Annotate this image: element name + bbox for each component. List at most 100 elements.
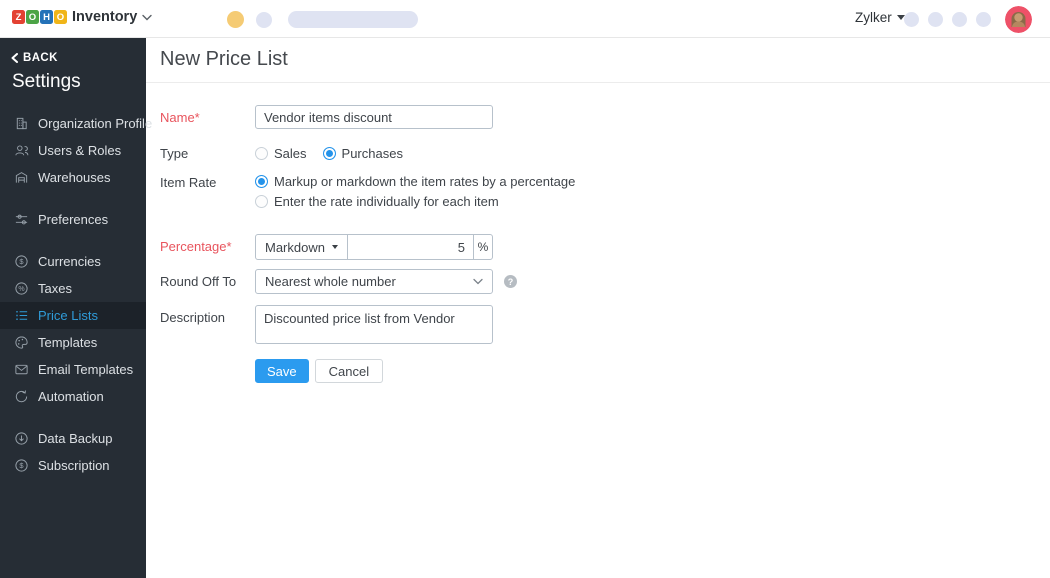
chevron-down-icon bbox=[142, 14, 152, 21]
sidebar-item-label: Automation bbox=[38, 389, 104, 404]
sidebar-item-label: Warehouses bbox=[38, 170, 111, 185]
price-list-icon bbox=[13, 308, 29, 324]
sidebar-item-automation[interactable]: Automation bbox=[0, 383, 146, 410]
type-label: Type bbox=[160, 145, 255, 161]
chevron-down-icon bbox=[473, 278, 483, 285]
radio-label: Purchases bbox=[342, 146, 403, 161]
topbar-search-placeholder[interactable] bbox=[288, 11, 418, 28]
logo-letter: Z bbox=[12, 10, 25, 24]
sidebar-item-label: Price Lists bbox=[38, 308, 98, 323]
sidebar-item-data-backup[interactable]: Data Backup bbox=[0, 425, 146, 452]
sync-icon bbox=[13, 389, 29, 405]
item-rate-option-enter-the-rate-individually-fo[interactable]: Enter the rate individually for each ite… bbox=[255, 194, 575, 209]
zoho-logo-icon: ZOHO bbox=[12, 10, 67, 24]
page-title: New Price List bbox=[160, 48, 1050, 71]
sidebar-item-templates[interactable]: Templates bbox=[0, 329, 146, 356]
topbar-icon-placeholder-3[interactable] bbox=[952, 12, 967, 27]
radio-icon[interactable] bbox=[323, 147, 336, 160]
topbar-yellow-circle-placeholder[interactable] bbox=[227, 11, 244, 28]
name-label: Name* bbox=[160, 105, 255, 129]
chevron-left-icon bbox=[11, 53, 18, 63]
radio-icon[interactable] bbox=[255, 147, 268, 160]
item-rate-option-markup-or-markdown-the-item-ra[interactable]: Markup or markdown the item rates by a p… bbox=[255, 174, 575, 189]
topbar: ZOHO Inventory Zylker bbox=[0, 0, 1050, 38]
sidebar-item-label: Taxes bbox=[38, 281, 72, 296]
percent-suffix: % bbox=[473, 235, 492, 259]
round-off-label: Round Off To bbox=[160, 269, 255, 294]
sidebar-item-label: Currencies bbox=[38, 254, 101, 269]
subscription-icon: $ bbox=[13, 458, 29, 474]
sidebar-item-warehouses[interactable]: Warehouses bbox=[0, 164, 146, 191]
markup-markdown-dropdown[interactable]: Markdown bbox=[256, 235, 348, 259]
sidebar-group: Data Backup $ Subscription bbox=[0, 425, 146, 479]
sidebar-item-label: Subscription bbox=[38, 458, 110, 473]
back-label: BACK bbox=[23, 52, 58, 64]
sidebar-item-price-lists[interactable]: Price Lists bbox=[0, 302, 146, 329]
main-content: New Price List Name* Type Sales Purchases… bbox=[146, 38, 1050, 578]
sidebar-item-email-templates[interactable]: Email Templates bbox=[0, 356, 146, 383]
product-name: Inventory bbox=[72, 9, 137, 25]
type-option-sales[interactable]: Sales bbox=[255, 146, 307, 161]
markdown-mode-label: Markdown bbox=[265, 240, 325, 255]
sidebar-item-taxes[interactable]: % Taxes bbox=[0, 275, 146, 302]
topbar-circle-placeholder[interactable] bbox=[256, 12, 272, 28]
description-textarea[interactable]: Discounted price list from Vendor bbox=[255, 305, 493, 344]
warehouse-icon bbox=[13, 170, 29, 186]
caret-down-icon bbox=[332, 245, 338, 249]
radio-label: Sales bbox=[274, 146, 307, 161]
svg-text:$: $ bbox=[19, 257, 24, 266]
logo-letter: H bbox=[40, 10, 53, 24]
logo-letter: O bbox=[26, 10, 39, 24]
org-name: Zylker bbox=[855, 10, 892, 25]
topbar-icon-placeholder-1[interactable] bbox=[904, 12, 919, 27]
logo-letter: O bbox=[54, 10, 67, 24]
sidebar-item-label: Preferences bbox=[38, 212, 108, 227]
dollar-circle-icon: $ bbox=[13, 254, 29, 270]
item-rate-label: Item Rate bbox=[160, 174, 255, 214]
sidebar-group: Preferences bbox=[0, 206, 146, 233]
envelope-icon bbox=[13, 362, 29, 378]
type-option-purchases[interactable]: Purchases bbox=[323, 146, 403, 161]
radio-label: Enter the rate individually for each ite… bbox=[274, 194, 499, 209]
round-off-value: Nearest whole number bbox=[265, 274, 396, 289]
radio-icon[interactable] bbox=[255, 195, 268, 208]
name-input[interactable] bbox=[255, 105, 493, 129]
org-switcher[interactable]: Zylker bbox=[855, 10, 905, 25]
sliders-icon bbox=[13, 212, 29, 228]
palette-icon bbox=[13, 335, 29, 351]
title-divider bbox=[146, 82, 1050, 83]
svg-text:$: $ bbox=[19, 461, 24, 470]
save-button[interactable]: Save bbox=[255, 359, 309, 383]
type-radio-group: Sales Purchases bbox=[255, 145, 403, 161]
percentage-input-group: Markdown % bbox=[255, 234, 493, 260]
user-avatar[interactable] bbox=[1005, 6, 1032, 33]
percentage-value-input[interactable] bbox=[348, 235, 473, 259]
sidebar-group: $ Currencies% Taxes Price Lists TemplatesEma… bbox=[0, 248, 146, 410]
sidebar-item-label: Data Backup bbox=[38, 431, 112, 446]
cancel-button[interactable]: Cancel bbox=[315, 359, 383, 383]
back-button[interactable]: BACK bbox=[0, 38, 146, 64]
sidebar-item-organization-profile[interactable]: Organization Profile bbox=[0, 110, 146, 137]
new-price-list-form: Name* Type Sales Purchases Item Rate Mark… bbox=[160, 105, 1050, 383]
radio-icon[interactable] bbox=[255, 175, 268, 188]
percent-circle-icon: % bbox=[13, 281, 29, 297]
sidebar-title: Settings bbox=[0, 64, 146, 93]
svg-text:%: % bbox=[18, 286, 24, 293]
description-label: Description bbox=[160, 305, 255, 344]
users-icon bbox=[13, 143, 29, 159]
sidebar-item-preferences[interactable]: Preferences bbox=[0, 206, 146, 233]
settings-sidebar: BACK Settings Organization Profile Users … bbox=[0, 38, 146, 578]
help-icon[interactable]: ? bbox=[504, 275, 517, 288]
sidebar-item-subscription[interactable]: $ Subscription bbox=[0, 452, 146, 479]
radio-label: Markup or markdown the item rates by a p… bbox=[274, 174, 575, 189]
topbar-icon-placeholder-2[interactable] bbox=[928, 12, 943, 27]
download-circle-icon bbox=[13, 431, 29, 447]
sidebar-item-currencies[interactable]: $ Currencies bbox=[0, 248, 146, 275]
item-rate-radio-group: Markup or markdown the item rates by a p… bbox=[255, 174, 575, 214]
topbar-icon-placeholder-4[interactable] bbox=[976, 12, 991, 27]
round-off-select[interactable]: Nearest whole number bbox=[255, 269, 493, 294]
settings-nav: Organization Profile Users & Roles Warehou… bbox=[0, 110, 146, 479]
sidebar-item-label: Users & Roles bbox=[38, 143, 121, 158]
zoho-inventory-logo[interactable]: ZOHO Inventory bbox=[12, 9, 152, 25]
sidebar-item-users-roles[interactable]: Users & Roles bbox=[0, 137, 146, 164]
